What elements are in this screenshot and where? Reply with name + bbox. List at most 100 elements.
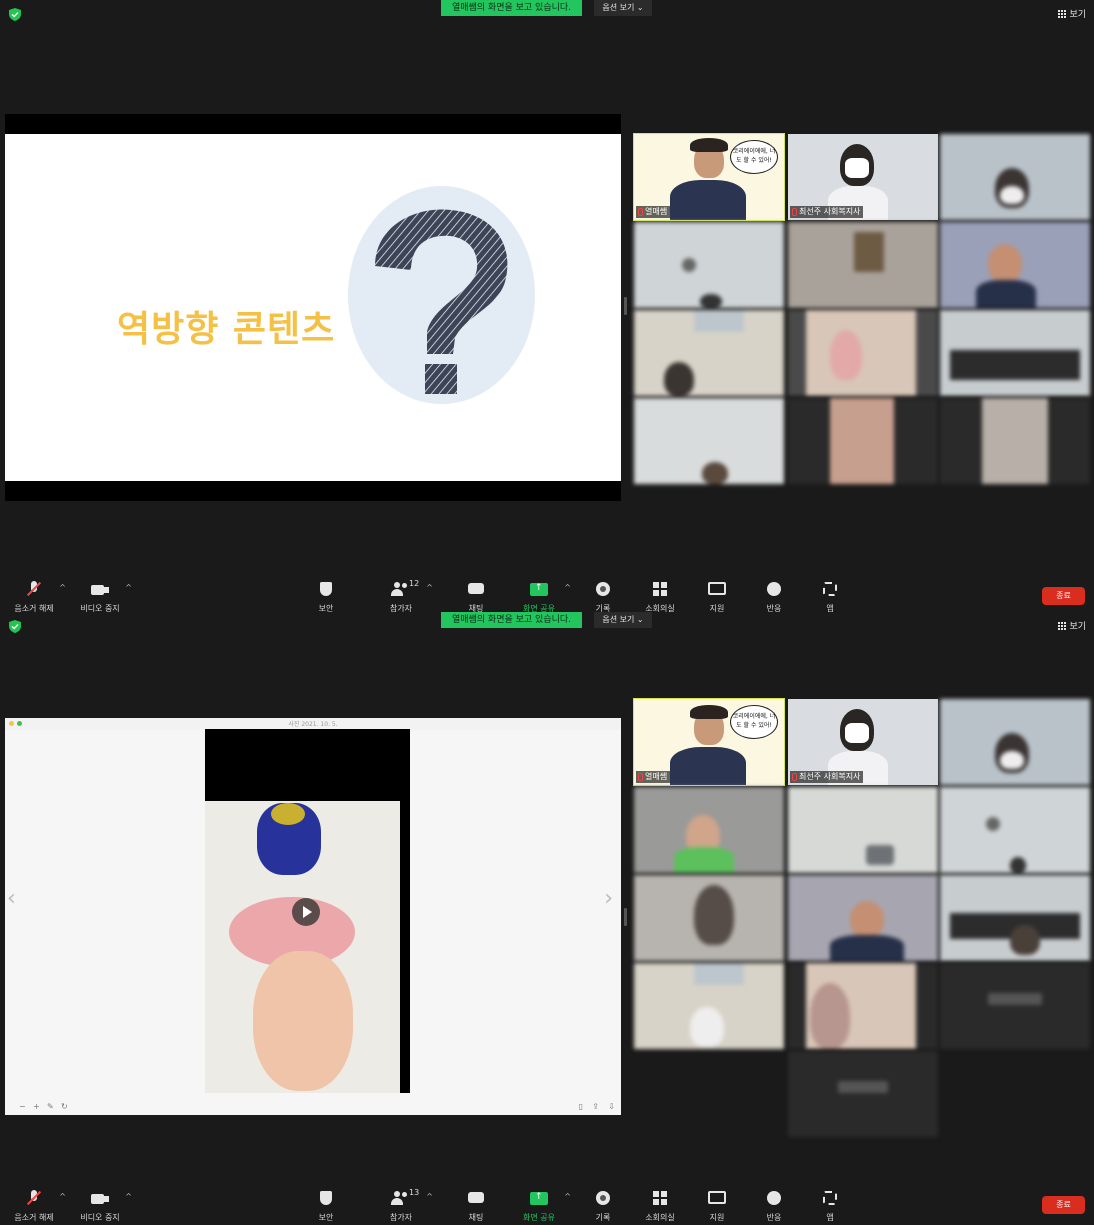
chat-button[interactable]: 채팅 [446,1187,506,1223]
security-button[interactable]: 보안 [296,578,356,612]
participant-tile[interactable] [940,963,1090,1049]
download-icon[interactable]: ⇩ [608,1102,615,1111]
participant-tile[interactable] [788,963,938,1049]
participants-button[interactable]: 12 ^ 참가자 [371,578,433,612]
person [810,983,850,1049]
end-meeting-button[interactable]: 종료 [1042,587,1085,605]
rotate-icon[interactable]: ↻ [61,1102,68,1111]
shield-check-icon[interactable] [9,8,21,21]
participant-tile[interactable] [788,787,938,873]
breakout-rooms-button[interactable]: 소회의실 [630,1187,690,1223]
participant-tile-host[interactable]: 코리에이에에, 너도 할 수 있어! 열매쌤 [633,133,785,221]
video-caret[interactable]: ^ [125,583,132,592]
participant-tile[interactable] [634,310,784,396]
unmute-label: 음소거 해제 [14,1213,54,1222]
reactions-button[interactable]: 반응 [744,578,804,612]
view-options-button[interactable]: 옵션 보기 ⌄ [594,0,652,16]
mask [1000,751,1024,769]
share-icon[interactable]: ⇪ [592,1102,599,1111]
shirt [670,747,746,785]
participant-tile[interactable]: 최선주 사회복지사 [788,134,938,220]
share-screen-button[interactable]: ↑ ^ 화면 공유 [509,1187,571,1223]
share-caret[interactable]: ^ [564,1192,571,1201]
view-button[interactable]: 보기 [1058,619,1086,632]
apps-button[interactable]: 앱 [800,578,860,612]
participant-tile[interactable] [788,222,938,308]
apps-button[interactable]: 앱 [800,1187,860,1223]
person [700,294,722,308]
chat-label: 채팅 [468,1213,484,1222]
play-button[interactable] [292,898,320,926]
chat-button[interactable]: 채팅 [446,578,506,612]
next-arrow-icon[interactable]: › [604,886,613,911]
splitter-handle[interactable] [624,908,627,926]
audio-caret[interactable]: ^ [59,1192,66,1201]
edit-icon[interactable]: ✎ [47,1102,54,1111]
participant-tile[interactable] [634,963,784,1049]
participant-tile[interactable] [940,134,1090,220]
participants-button[interactable]: 13 ^ 참가자 [371,1187,433,1223]
video-camera-icon [89,1190,111,1206]
participant-tile[interactable]: 최선주 사회복지사 [788,699,938,785]
participants-caret[interactable]: ^ [426,1192,433,1201]
participant-tile[interactable] [940,787,1090,873]
participant-tile-host[interactable]: 코리에이에에, 너도 할 수 있어! 열매쌤 [633,698,785,786]
play-icon [303,906,312,918]
participant-tile[interactable] [940,310,1090,396]
previous-arrow-icon[interactable]: ‹ [7,886,16,911]
zoom-out-icon[interactable]: − [19,1102,26,1111]
mic-muted-icon [23,581,45,597]
record-button[interactable]: 기록 [573,578,633,612]
unmute-button[interactable]: ^ 음소거 해제 [4,578,66,612]
shirt [976,280,1036,308]
splitter-handle[interactable] [624,297,627,315]
record-button[interactable]: 기록 [573,1187,633,1223]
chat-icon [465,581,487,597]
bookmark-icon[interactable]: ▯ [579,1102,583,1111]
participant-tile[interactable] [788,398,938,484]
participant-tile[interactable] [940,699,1090,785]
slide-title: 역방향 콘텐츠 [117,309,336,350]
viewer-date: 사진 2021. 10. 5. [288,721,338,728]
record-label: 기록 [595,604,611,612]
view-options-button[interactable]: 옵션 보기 ⌄ [594,612,652,628]
view-button[interactable]: 보기 [1058,7,1086,20]
remote-support-button[interactable]: 지원 [687,1187,747,1223]
cast-icon [706,581,728,597]
participants-label: 참가자 [389,604,413,612]
participant-tile[interactable] [940,222,1090,308]
reactions-button[interactable]: 반응 [744,1187,804,1223]
person [1010,925,1040,955]
participants-caret[interactable]: ^ [426,583,433,592]
security-button[interactable]: 보안 [296,1187,356,1223]
viewer-footer: − + ✎ ↻ ▯ ⇪ ⇩ [5,1099,621,1115]
zoom-in-icon[interactable]: + [33,1102,40,1111]
participant-tile[interactable] [634,222,784,308]
remote-support-button[interactable]: 지원 [687,578,747,612]
participant-tile[interactable] [788,875,938,961]
yellow-yarn [271,803,305,825]
shield-check-icon[interactable] [9,620,21,633]
stop-video-button[interactable]: ^ 비디오 중지 [70,1187,132,1223]
end-meeting-button[interactable]: 종료 [1042,1196,1085,1214]
audio-caret[interactable]: ^ [59,583,66,592]
breakout-rooms-button[interactable]: 소회의실 [630,578,690,612]
participant-tile[interactable] [634,875,784,961]
shirt [670,180,746,220]
participant-tile[interactable] [634,398,784,484]
sharing-banner: 열매쌤의 화면을 보고 있습니다. [441,612,582,628]
stop-video-button[interactable]: ^ 비디오 중지 [70,578,132,612]
share-caret[interactable]: ^ [564,583,571,592]
unmute-button[interactable]: ^ 음소거 해제 [4,1187,66,1223]
participant-tile[interactable] [634,787,784,873]
participant-tile[interactable] [788,310,938,396]
share-screen-label: 화면 공유 [523,604,555,612]
reactions-label: 반응 [766,604,782,612]
participant-tile[interactable] [788,1051,938,1137]
participant-name: 열매쌤 [636,771,671,783]
video-caret[interactable]: ^ [125,1192,132,1201]
share-screen-button[interactable]: ↑ ^ 화면 공유 [509,578,571,612]
participant-tile[interactable] [940,875,1090,961]
participant-tile[interactable] [940,398,1090,484]
participant-name: 최선주 사회복지사 [790,206,864,218]
